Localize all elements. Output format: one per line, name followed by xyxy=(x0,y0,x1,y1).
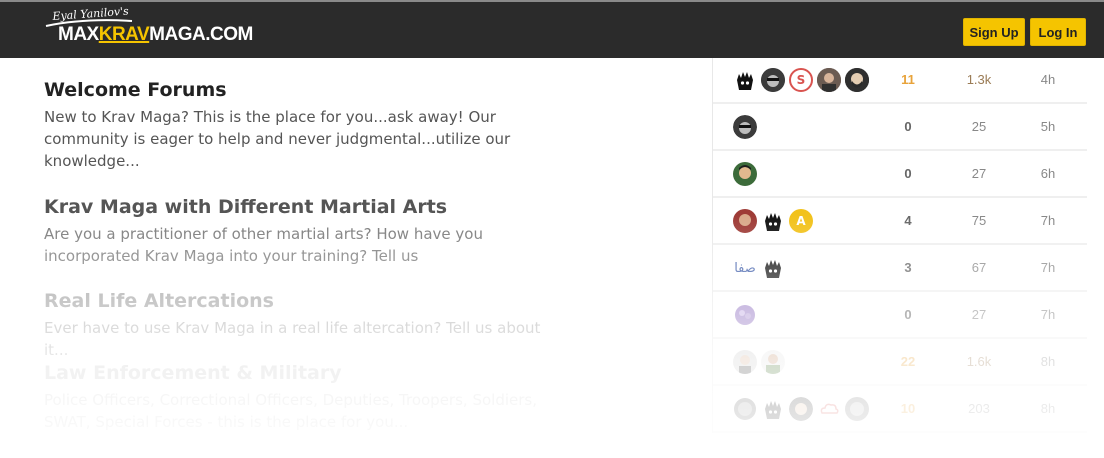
topic-row[interactable]: 0 25 5h xyxy=(713,105,1087,151)
category-title[interactable]: Law Enforcement & Military xyxy=(44,361,564,385)
activity-time[interactable]: 8h xyxy=(1023,354,1073,369)
views-count: 25 xyxy=(971,119,987,134)
poster-avatars xyxy=(733,303,757,329)
letter-a-avatar[interactable]: A xyxy=(789,209,813,233)
views-count: 27 xyxy=(971,307,987,322)
ninja-avatar[interactable] xyxy=(761,209,785,233)
category-description: Police Officers, Correctional Officers, … xyxy=(44,391,537,431)
man-avatar[interactable] xyxy=(817,68,841,92)
topic-row[interactable]: صفا 3 67 7h xyxy=(713,246,1087,292)
red-man-avatar[interactable] xyxy=(733,209,757,233)
topic-row[interactable]: S 11 1.3k 4h xyxy=(713,58,1087,104)
topic-row[interactable]: 22 1.6k 8h xyxy=(713,340,1087,386)
views-count: 75 xyxy=(971,213,987,228)
site-logo[interactable]: Eyal Yanilov's MAXKRAVMAGA.COM xyxy=(44,5,253,52)
replies-count: 11 xyxy=(901,72,915,87)
topic-row[interactable]: A 4 75 7h xyxy=(713,199,1087,245)
activity-time[interactable]: 7h xyxy=(1023,260,1073,275)
category-item[interactable]: Law Enforcement & Military Police Office… xyxy=(44,361,564,433)
green-shirt-avatar[interactable] xyxy=(761,350,785,374)
replies-count: 4 xyxy=(904,213,912,228)
poster-avatars: S xyxy=(733,68,869,94)
activity-time[interactable]: 7h xyxy=(1023,307,1073,322)
sunglasses-avatar[interactable] xyxy=(761,68,785,92)
category-item[interactable]: Real Life Altercations Ever have to use … xyxy=(44,289,564,361)
logo-rest: MAGA.COM xyxy=(149,24,253,45)
replies-count: 0 xyxy=(904,307,912,322)
activity-time[interactable]: 8h xyxy=(1023,401,1073,416)
latest-topics-panel: S 11 1.3k 4h 0 25 5h 0 27 6h A 4 75 7h ص… xyxy=(712,58,1087,433)
ninja-avatar[interactable] xyxy=(733,68,757,92)
category-item[interactable]: Krav Maga with Different Martial Arts Ar… xyxy=(44,195,564,267)
views-count: 1.6k xyxy=(966,354,992,369)
letter-s-avatar[interactable]: S xyxy=(789,68,813,92)
category-description: New to Krav Maga? This is the place for … xyxy=(44,108,511,170)
views-count: 27 xyxy=(971,166,987,181)
replies-count: 10 xyxy=(900,401,916,416)
topic-row[interactable]: 10 203 8h xyxy=(713,387,1087,433)
category-item[interactable]: Welcome Forums New to Krav Maga? This is… xyxy=(44,78,564,172)
replies-count: 22 xyxy=(900,354,916,369)
poster-avatars xyxy=(733,397,869,423)
category-description: Ever have to use Krav Maga in a real lif… xyxy=(44,319,541,359)
ninja-avatar[interactable] xyxy=(761,256,785,280)
sign-up-button[interactable]: Sign Up xyxy=(963,18,1025,46)
poster-avatars xyxy=(733,115,757,141)
poster-avatars xyxy=(733,350,785,376)
activity-time[interactable]: 4h xyxy=(1023,72,1073,87)
category-description: Are you a practitioner of other martial … xyxy=(44,225,483,265)
woman-avatar[interactable] xyxy=(789,397,813,421)
replies-count: 0 xyxy=(904,166,912,181)
poster-avatars: A xyxy=(733,209,813,235)
badge-avatar[interactable] xyxy=(733,397,757,421)
category-title[interactable]: Welcome Forums xyxy=(44,78,564,102)
bearded-avatar[interactable] xyxy=(845,68,869,92)
poster-avatars xyxy=(733,162,757,188)
ninja-avatar[interactable] xyxy=(761,397,785,421)
category-title[interactable]: Real Life Altercations xyxy=(44,289,564,313)
purple-flower-avatar[interactable] xyxy=(733,303,757,327)
topic-row[interactable]: 0 27 7h xyxy=(713,293,1087,339)
man-avatar[interactable] xyxy=(733,350,757,374)
arabic-script-avatar[interactable]: صفا xyxy=(733,256,757,280)
activity-time[interactable]: 7h xyxy=(1023,213,1073,228)
cloud-avatar[interactable] xyxy=(817,397,841,421)
smiling-man-avatar[interactable] xyxy=(733,162,757,186)
views-count: 203 xyxy=(968,401,990,416)
activity-time[interactable]: 5h xyxy=(1023,119,1073,134)
replies-count: 3 xyxy=(904,260,912,275)
views-count: 1.3k xyxy=(966,72,992,87)
topic-row[interactable]: 0 27 6h xyxy=(713,152,1087,198)
logo-krav: KRAV xyxy=(98,24,150,45)
logo-wordmark: MAXKRAVMAGA.COM xyxy=(58,24,253,46)
monkey-avatar[interactable] xyxy=(845,397,869,421)
views-count: 67 xyxy=(971,260,987,275)
logo-max: MAX xyxy=(58,24,99,45)
activity-time[interactable]: 6h xyxy=(1023,166,1073,181)
log-in-button[interactable]: Log In xyxy=(1030,18,1086,46)
category-title[interactable]: Krav Maga with Different Martial Arts xyxy=(44,195,564,219)
poster-avatars: صفا xyxy=(733,256,785,282)
site-header: Eyal Yanilov's MAXKRAVMAGA.COM Sign Up L… xyxy=(0,0,1104,58)
sunglasses-avatar[interactable] xyxy=(733,115,757,139)
replies-count: 0 xyxy=(904,119,912,134)
